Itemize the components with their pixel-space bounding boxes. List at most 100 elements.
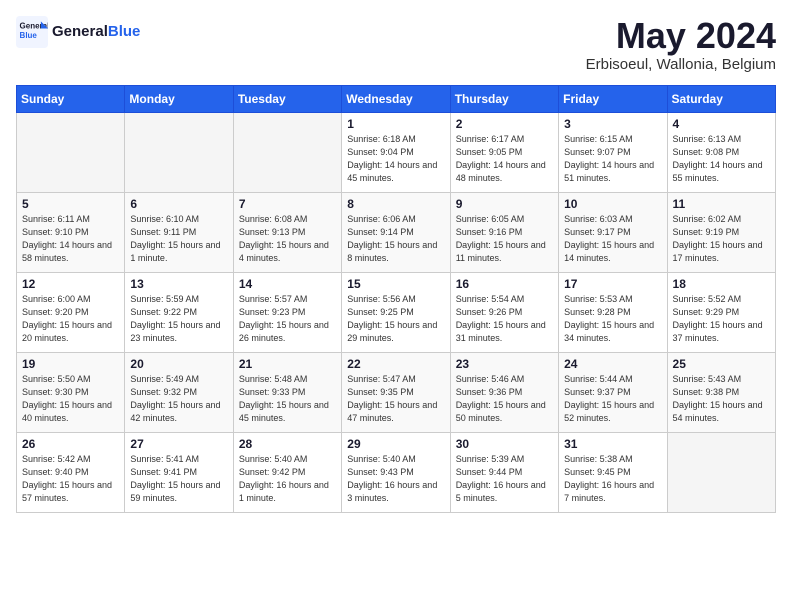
day-number: 23 [456,357,553,371]
week-row-3: 12Sunrise: 6:00 AMSunset: 9:20 PMDayligh… [17,272,776,352]
day-number: 19 [22,357,119,371]
day-info: Sunrise: 5:56 AMSunset: 9:25 PMDaylight:… [347,293,444,345]
day-number: 20 [130,357,227,371]
logo-icon: General Blue [16,16,48,48]
day-cell: 15 Sunrise: 5:56 AMSunset: 9:25 PMDayligh… [342,272,450,352]
calendar-subtitle: Erbisoeul, Wallonia, Belgium [586,56,776,73]
day-info: Sunrise: 5:57 AMSunset: 9:23 PMDaylight:… [239,293,336,345]
day-cell: 14 Sunrise: 5:57 AMSunset: 9:23 PMDayligh… [233,272,341,352]
day-info: Sunrise: 6:00 AMSunset: 9:20 PMDaylight:… [22,293,119,345]
day-number: 15 [347,277,444,291]
day-info: Sunrise: 5:52 AMSunset: 9:29 PMDaylight:… [673,293,770,345]
header-cell-friday: Friday [559,85,667,112]
svg-text:Blue: Blue [20,31,38,40]
day-number: 29 [347,437,444,451]
day-number: 24 [564,357,661,371]
calendar-table: SundayMondayTuesdayWednesdayThursdayFrid… [16,85,776,513]
day-info: Sunrise: 5:38 AMSunset: 9:45 PMDaylight:… [564,453,661,505]
day-number: 27 [130,437,227,451]
logo-blue-text: Blue [108,23,141,40]
day-cell: 18 Sunrise: 5:52 AMSunset: 9:29 PMDayligh… [667,272,775,352]
day-info: Sunrise: 6:03 AMSunset: 9:17 PMDaylight:… [564,213,661,265]
day-number: 17 [564,277,661,291]
week-row-4: 19Sunrise: 5:50 AMSunset: 9:30 PMDayligh… [17,352,776,432]
logo-general-text: General [52,23,108,40]
day-number: 7 [239,197,336,211]
day-cell: 2Sunrise: 6:17 AMSunset: 9:05 PMDaylight… [450,112,558,192]
header-cell-saturday: Saturday [667,85,775,112]
day-number: 14 [239,277,336,291]
day-info: Sunrise: 5:59 AMSunset: 9:22 PMDaylight:… [130,293,227,345]
day-number: 4 [673,117,770,131]
day-cell: 25 Sunrise: 5:43 AMSunset: 9:38 PMDayligh… [667,352,775,432]
day-info: Sunrise: 6:06 AMSunset: 9:14 PMDaylight:… [347,213,444,265]
day-cell: 20 Sunrise: 5:49 AMSunset: 9:32 PMDayligh… [125,352,233,432]
day-cell: 19Sunrise: 5:50 AMSunset: 9:30 PMDayligh… [17,352,125,432]
day-cell: 16 Sunrise: 5:54 AMSunset: 9:26 PMDayligh… [450,272,558,352]
day-info: Sunrise: 5:49 AMSunset: 9:32 PMDaylight:… [130,373,227,425]
day-info: Sunrise: 5:40 AMSunset: 9:43 PMDaylight:… [347,453,444,505]
day-cell: 12Sunrise: 6:00 AMSunset: 9:20 PMDayligh… [17,272,125,352]
day-info: Sunrise: 5:53 AMSunset: 9:28 PMDaylight:… [564,293,661,345]
day-number: 16 [456,277,553,291]
day-cell: 1 Sunrise: 6:18 AMSunset: 9:04 PMDaylight… [342,112,450,192]
day-info: Sunrise: 6:10 AMSunset: 9:11 PMDaylight:… [130,213,227,265]
day-number: 30 [456,437,553,451]
day-number: 11 [673,197,770,211]
day-info: Sunrise: 6:05 AMSunset: 9:16 PMDaylight:… [456,213,553,265]
header-cell-tuesday: Tuesday [233,85,341,112]
day-cell: 5Sunrise: 6:11 AMSunset: 9:10 PMDaylight… [17,192,125,272]
day-cell: 13 Sunrise: 5:59 AMSunset: 9:22 PMDayligh… [125,272,233,352]
day-cell: 30 Sunrise: 5:39 AMSunset: 9:44 PMDayligh… [450,432,558,512]
day-number: 8 [347,197,444,211]
day-number: 9 [456,197,553,211]
calendar-title: May 2024 [586,16,776,56]
day-info: Sunrise: 5:54 AMSunset: 9:26 PMDaylight:… [456,293,553,345]
day-cell: 29 Sunrise: 5:40 AMSunset: 9:43 PMDayligh… [342,432,450,512]
day-number: 3 [564,117,661,131]
day-cell: 7Sunrise: 6:08 AMSunset: 9:13 PMDaylight… [233,192,341,272]
day-cell: 27 Sunrise: 5:41 AMSunset: 9:41 PMDayligh… [125,432,233,512]
day-info: Sunrise: 5:39 AMSunset: 9:44 PMDaylight:… [456,453,553,505]
day-number: 28 [239,437,336,451]
day-cell: 11 Sunrise: 6:02 AMSunset: 9:19 PMDayligh… [667,192,775,272]
header-cell-thursday: Thursday [450,85,558,112]
calendar-header: SundayMondayTuesdayWednesdayThursdayFrid… [17,85,776,112]
day-info: Sunrise: 5:43 AMSunset: 9:38 PMDaylight:… [673,373,770,425]
week-row-2: 5Sunrise: 6:11 AMSunset: 9:10 PMDaylight… [17,192,776,272]
day-info: Sunrise: 6:18 AMSunset: 9:04 PMDaylight:… [347,133,444,185]
day-info: Sunrise: 6:02 AMSunset: 9:19 PMDaylight:… [673,213,770,265]
header-cell-sunday: Sunday [17,85,125,112]
day-info: Sunrise: 6:13 AMSunset: 9:08 PMDaylight:… [673,133,770,185]
day-cell: 4 Sunrise: 6:13 AMSunset: 9:08 PMDaylight… [667,112,775,192]
day-cell [125,112,233,192]
day-number: 31 [564,437,661,451]
day-cell: 22Sunrise: 5:47 AMSunset: 9:35 PMDayligh… [342,352,450,432]
week-row-1: 1 Sunrise: 6:18 AMSunset: 9:04 PMDaylight… [17,112,776,192]
day-number: 18 [673,277,770,291]
title-block: May 2024 Erbisoeul, Wallonia, Belgium [586,16,776,73]
day-number: 10 [564,197,661,211]
page-header: General Blue GeneralBlue May 2024 Erbiso… [16,16,776,73]
day-cell [233,112,341,192]
day-number: 13 [130,277,227,291]
day-cell: 9 Sunrise: 6:05 AMSunset: 9:16 PMDaylight… [450,192,558,272]
day-cell: 6Sunrise: 6:10 AMSunset: 9:11 PMDaylight… [125,192,233,272]
day-cell: 8 Sunrise: 6:06 AMSunset: 9:14 PMDaylight… [342,192,450,272]
day-number: 5 [22,197,119,211]
day-cell: 21Sunrise: 5:48 AMSunset: 9:33 PMDayligh… [233,352,341,432]
day-number: 1 [347,117,444,131]
day-cell: 10 Sunrise: 6:03 AMSunset: 9:17 PMDayligh… [559,192,667,272]
day-cell: 28Sunrise: 5:40 AMSunset: 9:42 PMDayligh… [233,432,341,512]
day-cell: 24 Sunrise: 5:44 AMSunset: 9:37 PMDayligh… [559,352,667,432]
calendar-body: 1 Sunrise: 6:18 AMSunset: 9:04 PMDaylight… [17,112,776,512]
logo: General Blue GeneralBlue [16,16,140,48]
day-cell: 26Sunrise: 5:42 AMSunset: 9:40 PMDayligh… [17,432,125,512]
day-info: Sunrise: 5:41 AMSunset: 9:41 PMDaylight:… [130,453,227,505]
day-info: Sunrise: 5:42 AMSunset: 9:40 PMDaylight:… [22,453,119,505]
day-cell: 3Sunrise: 6:15 AMSunset: 9:07 PMDaylight… [559,112,667,192]
day-number: 22 [347,357,444,371]
day-info: Sunrise: 5:44 AMSunset: 9:37 PMDaylight:… [564,373,661,425]
day-cell: 31 Sunrise: 5:38 AMSunset: 9:45 PMDayligh… [559,432,667,512]
day-number: 25 [673,357,770,371]
